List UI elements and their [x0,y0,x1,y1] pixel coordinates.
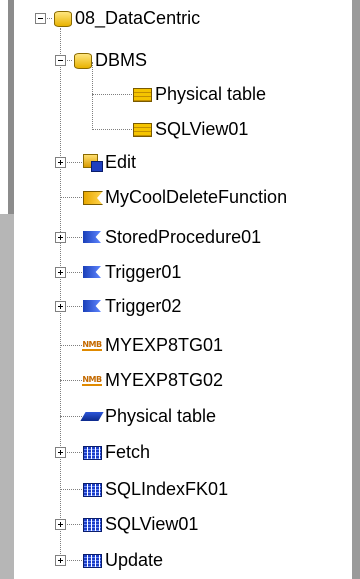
tree-node-mycooldeletefunction[interactable]: MyCoolDeleteFunction [82,184,287,210]
tree-node-label: MyCoolDeleteFunction [105,187,288,207]
tree-node-label: Fetch [105,442,151,462]
grid-icon [82,479,102,499]
tree-connector [60,380,82,381]
table-entity-icon [82,406,102,426]
tree-node-physical-table-entity[interactable]: Physical table [82,403,216,429]
tree-node-label: Edit [105,152,137,172]
tree-node-label: Update [105,550,164,570]
tree-node-trigger02[interactable]: Trigger02 [82,293,181,319]
folder-database-icon [52,8,72,28]
tree-node-label: Trigger01 [105,262,182,282]
expand-toggle[interactable] [55,301,66,312]
expand-toggle[interactable] [55,157,66,168]
trigger-icon [82,262,102,282]
tree-node-myexp8tg02[interactable]: NMB MYEXP8TG02 [82,367,223,393]
sql-view-icon [132,119,152,139]
tree-connector [92,129,132,130]
tree-node-label: MYEXP8TG01 [105,335,224,355]
tree-node-sqlindexfk01[interactable]: SQLIndexFK01 [82,476,228,502]
tree-node-label: SQLView01 [105,514,199,534]
collapse-toggle[interactable] [55,55,66,66]
tree-node-label: StoredProcedure01 [105,227,262,247]
folder-database-icon [72,50,92,70]
tree-node-sqlview01[interactable]: SQLView01 [132,116,248,142]
tree-node-label: SQLView01 [155,119,249,139]
collapse-toggle[interactable] [35,13,46,24]
tree-connector [60,345,82,346]
tree-node-physical-table[interactable]: Physical table [132,81,266,107]
tree-connector [60,197,82,198]
grid-icon [82,550,102,570]
expand-toggle[interactable] [55,267,66,278]
expand-toggle[interactable] [55,519,66,530]
tree-node-dbms[interactable]: DBMS [72,47,147,73]
tree-node-label: Physical table [105,406,217,426]
expand-toggle[interactable] [55,232,66,243]
tree-connector [60,489,82,490]
grid-icon [82,514,102,534]
tree-node-myexp8tg01[interactable]: NMB MYEXP8TG01 [82,332,223,358]
tree-connector [92,94,132,95]
physical-table-icon [132,84,152,104]
trigger-icon [82,296,102,316]
numbering-icon: NMB [82,339,102,351]
background-panel-lower [0,214,14,579]
tree-node-sqlview01-grid[interactable]: SQLView01 [82,511,198,537]
tree-node-label: SQLIndexFK01 [105,479,229,499]
tree-node-label: 08_DataCentric [75,8,201,28]
tree-node-storedprocedure01[interactable]: StoredProcedure01 [82,224,261,250]
expand-toggle[interactable] [55,447,66,458]
expand-toggle[interactable] [55,555,66,566]
tree-node-update[interactable]: Update [82,547,163,573]
background-right-edge [352,0,360,579]
stored-procedure-icon [82,227,102,247]
background-panel [0,0,8,214]
edit-component-icon [82,152,103,172]
tree-connector [60,28,61,562]
function-icon [82,187,102,207]
tree-node-label: MYEXP8TG02 [105,370,224,390]
numbering-icon: NMB [82,374,102,386]
tree-node-label: DBMS [95,50,148,70]
tree-node-08-datacentric[interactable]: 08_DataCentric [52,5,200,31]
grid-icon [82,442,102,462]
tree-node-label: Physical table [155,84,267,104]
tree-node-trigger01[interactable]: Trigger01 [82,259,181,285]
tree-node-edit[interactable]: Edit [82,149,136,175]
tree-node-label: Trigger02 [105,296,182,316]
tree-connector [60,416,82,417]
tree-node-fetch[interactable]: Fetch [82,439,150,465]
tree-view[interactable]: 08_DataCentric DBMS Physical table SQLVi… [14,0,352,579]
